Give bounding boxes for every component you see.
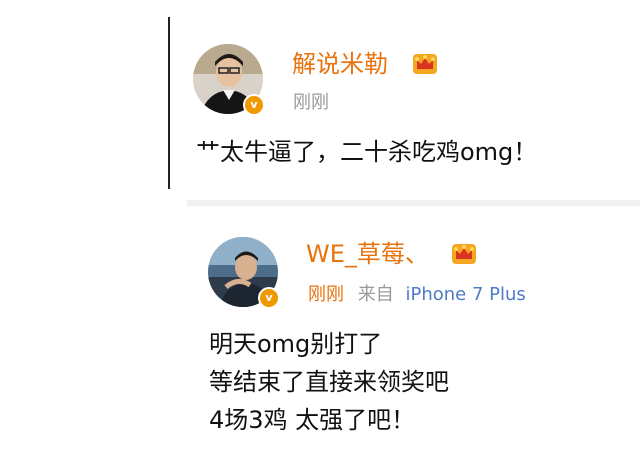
vip-crown-icon bbox=[452, 244, 476, 264]
weibo-comment-2: v WE_草莓、 刚刚 来自 iPhone 7 Plus 明天omg别打了 等结… bbox=[187, 206, 640, 450]
source-prefix: 来自 bbox=[357, 284, 394, 305]
weibo-comment-1: v 解说米勒 刚刚 艹太牛逼了，二十杀吃鸡omg！ bbox=[0, 0, 640, 190]
left-divider-line bbox=[168, 17, 170, 189]
comment-text-line: 等结束了直接来领奖吧 bbox=[209, 368, 449, 396]
username[interactable]: 解说米勒 bbox=[292, 50, 388, 78]
vip-crown-icon bbox=[413, 54, 437, 74]
timestamp: 刚刚 bbox=[308, 284, 344, 305]
verified-badge-icon: v bbox=[258, 287, 280, 309]
comment-text: 艹太牛逼了，二十杀吃鸡omg！ bbox=[196, 138, 538, 166]
meta-row: 刚刚 来自 iPhone 7 Plus bbox=[308, 284, 526, 306]
source-device-link[interactable]: iPhone 7 Plus bbox=[405, 284, 525, 305]
username[interactable]: WE_草莓、 bbox=[306, 240, 429, 268]
comment-text-line: 明天omg别打了 bbox=[209, 330, 383, 358]
comment-text-line: 4场3鸡 太强了吧！ bbox=[209, 406, 416, 434]
verified-badge-icon: v bbox=[243, 94, 265, 116]
timestamp: 刚刚 bbox=[293, 92, 329, 113]
avatar-user2[interactable]: v bbox=[208, 237, 280, 309]
avatar-user1[interactable]: v bbox=[193, 44, 265, 116]
